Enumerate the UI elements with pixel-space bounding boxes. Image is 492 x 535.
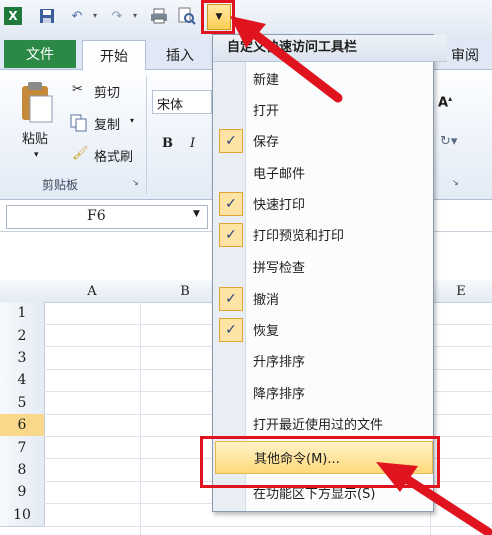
annotation-arrow-up (230, 16, 343, 103)
annotation-arrows (230, 16, 492, 535)
annotation-arrow-down (376, 462, 492, 535)
